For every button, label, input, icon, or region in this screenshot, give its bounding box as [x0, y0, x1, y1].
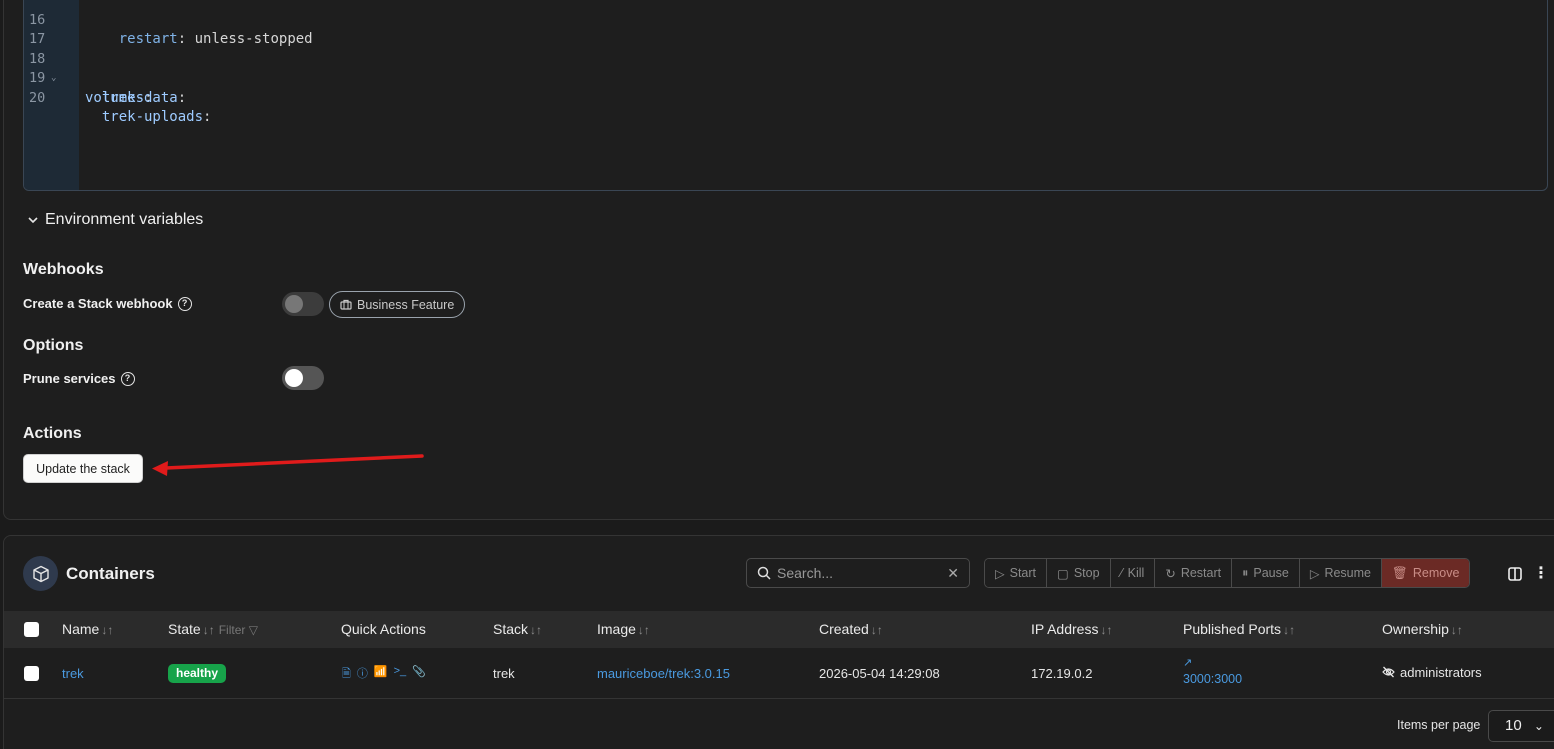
clear-search-icon[interactable]: ✕: [947, 565, 959, 582]
restart-button[interactable]: ↻ Restart: [1155, 559, 1233, 587]
sort-icon: ↓↑: [1450, 623, 1463, 637]
eye-off-icon: [1382, 666, 1395, 678]
filter-icon: ▽: [248, 623, 258, 637]
play-icon: ▷: [1309, 566, 1320, 581]
play-icon: ▷: [995, 566, 1005, 581]
yaml-value: unless-stopped: [186, 31, 313, 47]
webhooks-title: Webhooks: [23, 261, 104, 278]
items-per-page-label: Items per page: [1397, 718, 1481, 732]
columns-icon[interactable]: [1508, 567, 1522, 581]
published-port-link[interactable]: 3000:3000: [1183, 672, 1242, 686]
cube-icon: [32, 565, 49, 582]
start-button[interactable]: ▷ Start: [985, 559, 1048, 587]
trash-icon: 🗑: [1392, 565, 1408, 580]
stop-icon: ▢: [1057, 566, 1069, 581]
attach-icon[interactable]: 📎: [412, 665, 426, 684]
prune-services-label: Prune services ?: [23, 371, 135, 386]
column-quick-actions: Quick Actions: [341, 621, 426, 637]
stack-cell: trek: [493, 666, 515, 681]
line-number: 20: [29, 89, 46, 106]
column-ownership[interactable]: Ownership ↓↑: [1382, 621, 1463, 637]
console-icon[interactable]: >_: [394, 665, 407, 684]
state-filter[interactable]: Filter ▽: [219, 623, 258, 637]
column-stack[interactable]: Stack ↓↑: [493, 621, 542, 637]
more-options-icon[interactable]: ⋮: [1533, 566, 1549, 582]
quick-actions: 🗎 ⓘ 📶 >_ 📎: [342, 665, 426, 684]
ip-address-cell: 172.19.0.2: [1031, 666, 1093, 681]
sort-icon: ↓↑: [1283, 623, 1296, 637]
sort-icon: ↓↑: [202, 623, 215, 637]
webhook-toggle[interactable]: [282, 292, 324, 316]
stats-icon[interactable]: 📶: [374, 665, 388, 684]
box-icon-wrap: [23, 556, 58, 591]
search-input[interactable]: [777, 565, 937, 581]
search-box[interactable]: ✕: [746, 558, 970, 588]
code-line: 20 trek-uploads:: [29, 89, 212, 126]
pause-button[interactable]: ⏸ Pause: [1232, 559, 1300, 587]
table-row: trek healthy 🗎 ⓘ 📶 >_ 📎 trek mauriceboe/…: [4, 648, 1554, 699]
items-per-page-select[interactable]: 10 ⌄: [1488, 710, 1554, 742]
code-line: 18 ⌄ volumes:: [29, 50, 153, 106]
help-icon[interactable]: ?: [120, 371, 135, 386]
update-stack-button[interactable]: Update the stack: [23, 454, 143, 483]
containers-card: Containers ✕ ▷Start ▢Stop ⁄Kill ↻Restart…: [3, 535, 1554, 749]
sort-icon: ↓↑: [101, 623, 114, 637]
help-icon[interactable]: ?: [177, 296, 192, 311]
sort-icon: ↓↑: [530, 623, 543, 637]
column-name[interactable]: Name ↓↑: [62, 621, 113, 637]
stop-button[interactable]: ▢ Stop: [1047, 559, 1111, 587]
sort-icon: ↓↑: [637, 623, 650, 637]
column-created[interactable]: Created ↓↑: [819, 621, 883, 637]
code-line: 19 trek-data:: [29, 70, 187, 106]
table-header: Name ↓↑ State ↓↑ Filter ▽ Quick Actions Sta…: [4, 611, 1554, 648]
sort-icon: ↓↑: [870, 623, 883, 637]
column-ip-address[interactable]: IP Address ↓↑: [1031, 621, 1112, 637]
slash-icon: ⁄: [1120, 566, 1123, 580]
column-published-ports[interactable]: Published Ports ↓↑: [1183, 621, 1295, 637]
code-line: 17: [24, 11, 58, 47]
container-name-link[interactable]: trek: [62, 666, 84, 681]
environment-variables-toggle[interactable]: Environment variables: [27, 211, 203, 229]
business-feature-badge: Business Feature: [329, 291, 466, 318]
container-actions-toolbar: ▷ Start ▢ Stop ⁄ Kill ↻ Restart ⏸ Pause ▷ Resu…: [984, 558, 1471, 588]
image-link[interactable]: mauriceboe/trek:3.0.15: [597, 666, 730, 681]
compose-editor[interactable]: 16 restart: unless-stopped 17 18 ⌄ volum…: [23, 0, 1548, 191]
row-checkbox[interactable]: [24, 666, 39, 681]
resume-button[interactable]: ▷ Resume: [1299, 559, 1382, 587]
select-all-checkbox[interactable]: [24, 622, 39, 637]
chevron-down-icon: ⌄: [1533, 719, 1544, 733]
inspect-icon[interactable]: ⓘ: [357, 665, 368, 684]
actions-title: Actions: [23, 425, 82, 442]
kill-button[interactable]: ⁄ Kill: [1110, 559, 1156, 587]
yaml-key: trek-data: [101, 89, 178, 106]
logs-icon[interactable]: 🗎: [342, 665, 351, 684]
pause-icon: ⏸: [1242, 565, 1249, 580]
created-cell: 2026-05-04 14:29:08: [819, 666, 940, 681]
refresh-icon: ↻: [1165, 566, 1176, 581]
column-image[interactable]: Image ↓↑: [597, 621, 650, 637]
code-line: 16 restart: unless-stopped: [29, 11, 313, 48]
ownership-cell: administrators: [1382, 665, 1482, 680]
status-badge: healthy: [168, 664, 227, 683]
chevron-down-icon: [28, 217, 38, 224]
prune-services-toggle[interactable]: [282, 366, 324, 390]
environment-variables-label: Environment variables: [45, 211, 204, 228]
yaml-key: restart: [118, 31, 178, 47]
briefcase-icon: [340, 299, 352, 310]
options-title: Options: [23, 337, 84, 354]
external-link-icon[interactable]: ↗: [1183, 656, 1192, 669]
column-state[interactable]: State ↓↑ Filter ▽: [168, 621, 258, 637]
containers-title: Containers: [66, 564, 155, 583]
create-webhook-label: Create a Stack webhook ?: [23, 296, 192, 311]
search-icon: [757, 566, 771, 580]
yaml-key: trek-uploads: [101, 109, 204, 125]
sort-icon: ↓↑: [1100, 623, 1113, 637]
remove-button[interactable]: 🗑 Remove: [1382, 559, 1470, 587]
